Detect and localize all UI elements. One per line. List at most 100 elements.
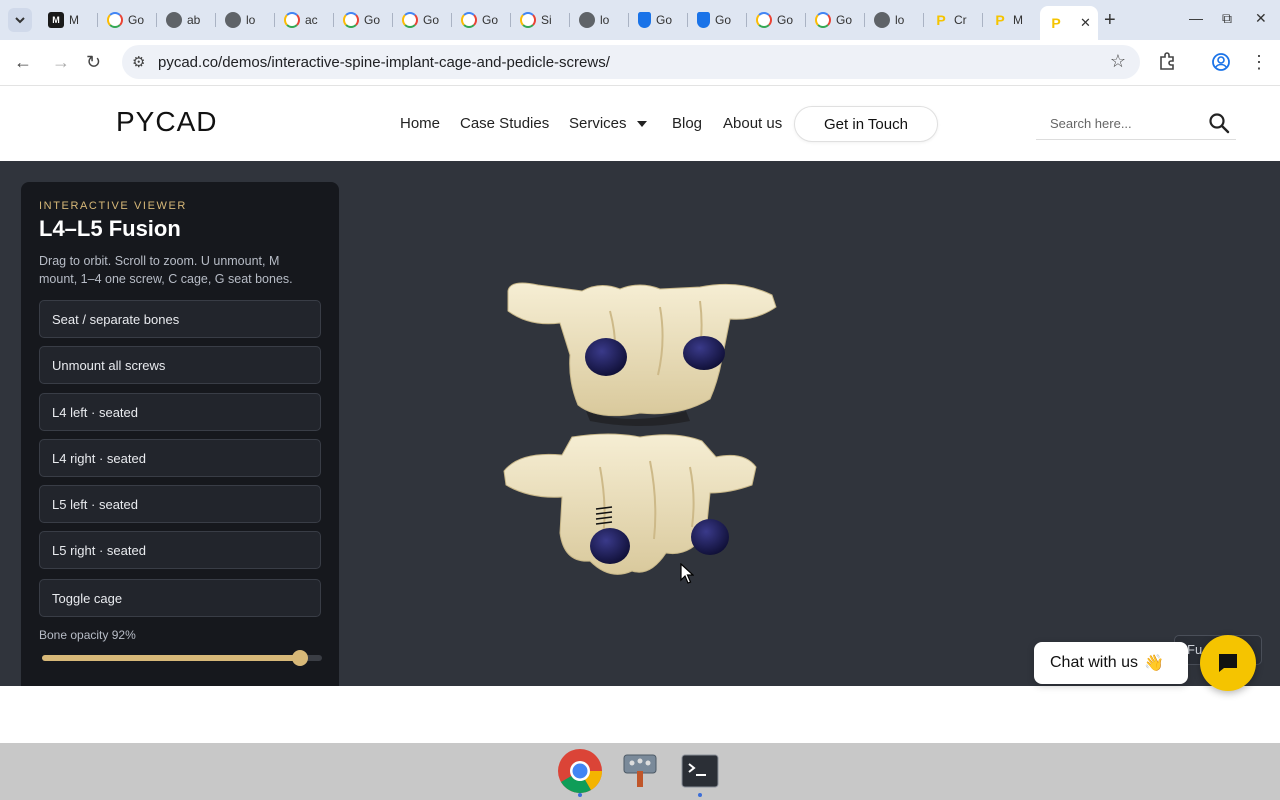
bone-opacity-label: Bone opacity 92% <box>39 628 136 642</box>
extensions-icon[interactable] <box>1158 52 1176 74</box>
browser-tab-strip: M M Go ab lo ac Go Go Go Si lo Go Go Go Go lo P Cr P M P ✕ + … <box>0 0 1280 40</box>
browser-tab[interactable]: lo <box>866 6 924 34</box>
l4-vertebra[interactable] <box>507 282 777 426</box>
google-favicon-icon <box>402 12 418 28</box>
browser-tab[interactable]: Go <box>807 6 865 34</box>
restore-button[interactable]: ⧉ <box>1222 10 1232 27</box>
browser-tab[interactable]: Go <box>689 6 747 34</box>
browser-tab[interactable]: ab <box>158 6 216 34</box>
browser-tab[interactable]: Go <box>99 6 157 34</box>
google-favicon-icon <box>461 12 477 28</box>
nav-blog[interactable]: Blog <box>672 115 702 132</box>
l4-left-screw-button[interactable]: L4 left · seated <box>39 393 321 431</box>
tab-label: Si <box>541 13 552 27</box>
tab-label: Go <box>128 13 145 27</box>
spine-3d-viewer[interactable]: INTERACTIVE VIEWER L4–L5 Fusion Drag to … <box>0 161 1280 686</box>
nav-services[interactable]: Services <box>569 115 647 132</box>
site-settings-icon[interactable]: ⚙ <box>132 53 145 71</box>
nav-about[interactable]: About us <box>723 115 782 132</box>
tab-label: Go <box>482 13 499 27</box>
pycad-favicon-icon: P <box>1051 15 1061 31</box>
bookmark-star-icon[interactable]: ☆ <box>1110 51 1126 72</box>
chat-open-button[interactable] <box>1200 635 1256 691</box>
l4-right-screw[interactable] <box>683 336 725 370</box>
medium-favicon-icon: M <box>48 12 64 28</box>
nav-services-label: Services <box>569 115 627 132</box>
pinta-icon[interactable] <box>616 747 664 795</box>
chat-bubble-icon <box>1219 654 1237 672</box>
browser-tab[interactable]: MM <box>40 6 98 34</box>
tab-close-icon[interactable]: ✕ <box>1080 15 1091 31</box>
viewer-control-panel: INTERACTIVE VIEWER L4–L5 Fusion Drag to … <box>21 182 339 686</box>
chrome-icon[interactable] <box>556 747 604 797</box>
tab-label: Go <box>715 13 732 27</box>
address-bar[interactable]: ⚙ pycad.co/demos/interactive-spine-impla… <box>122 45 1140 79</box>
slider-thumb[interactable] <box>291 650 308 666</box>
browser-tab[interactable]: P Cr <box>925 6 983 34</box>
chat-with-us-label[interactable]: Chat with us 👋 <box>1034 642 1188 684</box>
search-input[interactable] <box>1050 116 1200 131</box>
nav-home[interactable]: Home <box>400 115 440 132</box>
new-tab-button[interactable]: + <box>1104 10 1116 30</box>
logo-text: PYCAD <box>116 106 218 137</box>
browser-tab[interactable]: Go <box>748 6 806 34</box>
globe-favicon-icon <box>225 12 241 28</box>
viewer-eyebrow: INTERACTIVE VIEWER <box>39 200 187 212</box>
browser-tab[interactable]: ac <box>276 6 334 34</box>
terminal-icon[interactable] <box>676 747 724 797</box>
minimize-button[interactable]: — <box>1189 10 1203 26</box>
tab-label: lo <box>246 13 256 27</box>
google-favicon-icon <box>284 12 300 28</box>
globe-favicon-icon <box>166 12 182 28</box>
tab-label: Go <box>364 13 381 27</box>
nav-case-studies[interactable]: Case Studies <box>460 115 549 132</box>
pycad-logo[interactable]: PYCAD <box>116 106 217 138</box>
tab-label: Go <box>656 13 673 27</box>
toggle-cage-button[interactable]: Toggle cage <box>39 579 321 617</box>
browser-toolbar: ← → ↻ ⚙ pycad.co/demos/interactive-spine… <box>0 40 1280 86</box>
l4-left-screw[interactable] <box>585 338 627 376</box>
close-window-button[interactable]: ✕ <box>1255 10 1267 27</box>
slider-fill <box>42 655 300 661</box>
google-favicon-icon <box>815 12 831 28</box>
tab-label: ab <box>187 13 201 27</box>
menu-kebab-icon[interactable]: ⋮ <box>1250 52 1268 72</box>
chevron-down-icon <box>15 17 25 24</box>
l5-right-screw[interactable] <box>691 519 729 555</box>
l5-right-screw-button[interactable]: L5 right · seated <box>39 531 321 569</box>
browser-tab[interactable]: lo <box>571 6 629 34</box>
get-in-touch-button[interactable]: Get in Touch <box>794 106 938 142</box>
tab-label: lo <box>600 13 610 27</box>
browser-tab[interactable]: PM <box>984 6 1042 34</box>
os-taskbar <box>0 743 1280 800</box>
l5-vertebra[interactable] <box>503 433 757 575</box>
spine-model-render[interactable] <box>490 271 790 581</box>
viewer-title: L4–L5 Fusion <box>39 216 181 241</box>
browser-tab[interactable]: Go <box>335 6 393 34</box>
reload-icon[interactable]: ↻ <box>86 52 101 72</box>
shield-favicon-icon <box>638 12 651 28</box>
browser-tab[interactable]: Si <box>512 6 570 34</box>
tab-label: Go <box>836 13 853 27</box>
mouse-cursor-icon <box>680 563 694 584</box>
bone-opacity-slider[interactable] <box>42 650 322 666</box>
l5-left-screw-button[interactable]: L5 left · seated <box>39 485 321 523</box>
google-favicon-icon <box>107 12 123 28</box>
browser-tab[interactable]: Go <box>630 6 688 34</box>
profile-icon[interactable] <box>1211 52 1231 76</box>
search-icon[interactable] <box>1208 112 1230 134</box>
tab-label: Go <box>423 13 440 27</box>
browser-tab-active[interactable]: P ✕ <box>1040 6 1098 40</box>
l4-right-screw-button[interactable]: L4 right · seated <box>39 439 321 477</box>
forward-icon[interactable]: → <box>52 52 70 72</box>
browser-tab[interactable]: Go <box>394 6 452 34</box>
unmount-screws-button[interactable]: Unmount all screws <box>39 346 321 384</box>
globe-favicon-icon <box>579 12 595 28</box>
shield-favicon-icon <box>697 12 710 28</box>
l5-left-screw[interactable] <box>590 528 630 564</box>
back-icon[interactable]: ← <box>14 52 32 72</box>
seat-bones-button[interactable]: Seat / separate bones <box>39 300 321 338</box>
browser-tab[interactable]: Go <box>453 6 511 34</box>
browser-tab[interactable]: lo <box>217 6 275 34</box>
tab-search-button[interactable] <box>8 8 32 32</box>
